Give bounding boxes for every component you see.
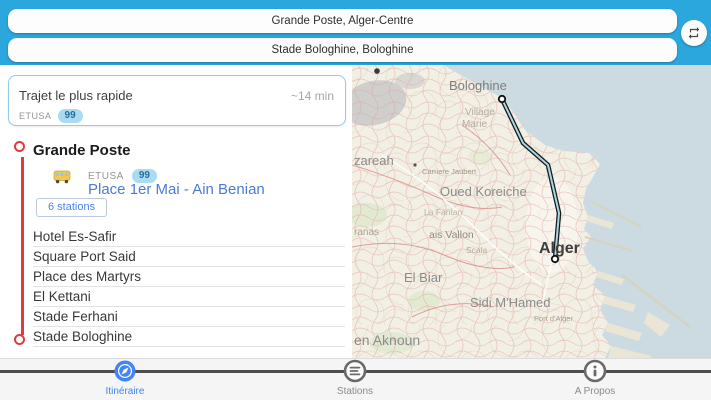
swap-directions-button[interactable]: [681, 20, 707, 46]
map-label-scala: Scala: [466, 245, 488, 255]
map-label-la-fantan: La Fantan: [424, 207, 463, 217]
route-end-marker: [14, 334, 25, 345]
bottom-navigation: Itinéraire Stations A Propos: [0, 358, 711, 400]
map-label-carriere-jaubert: Carriere Jaubert: [422, 167, 477, 176]
list-icon: [342, 358, 368, 384]
station-list: Hotel Es-Safir Square Port Said Place de…: [33, 227, 345, 347]
route-start-dot: [499, 96, 505, 102]
destination-input[interactable]: Stade Bologhine, Bologhine: [8, 38, 677, 62]
bus-icon: [53, 170, 71, 184]
tab-stations[interactable]: Stations: [315, 359, 395, 400]
station-row[interactable]: Square Port Said: [33, 247, 345, 267]
leg-line-name[interactable]: Place 1er Mai - Ain Benian: [88, 181, 265, 198]
map-terrain: [352, 65, 711, 358]
leg-operator-label: ETUSA: [88, 171, 124, 182]
search-header: Grande Poste, Alger-Centre Stade Bologhi…: [0, 0, 711, 65]
map-label-frais-vallon: ais Vallon: [429, 229, 474, 241]
trip-duration: ~14 min: [291, 89, 334, 103]
operator-label: ETUSA: [19, 111, 52, 121]
transit-app-window: Grande Poste, Alger-Centre Stade Bologhi…: [0, 0, 711, 400]
map-label-el-biar: El Biar: [404, 270, 443, 285]
station-row[interactable]: Place des Martyrs: [33, 267, 345, 287]
info-icon: [582, 358, 608, 384]
trip-summary-title: Trajet le plus rapide: [19, 88, 133, 103]
compass-icon: [112, 358, 138, 384]
line-number-badge: 99: [58, 109, 83, 123]
station-row[interactable]: Stade Bologhine: [33, 327, 345, 347]
origin-input[interactable]: Grande Poste, Alger-Centre: [8, 9, 677, 33]
map-label-bologhine: Bologhine: [449, 78, 507, 93]
swap-arrows-icon: [687, 26, 701, 40]
map-label-bouzareah: zareah: [354, 153, 394, 168]
station-row[interactable]: Hotel Es-Safir: [33, 227, 345, 247]
tab-itineraire-label: Itinéraire: [85, 386, 165, 397]
map-label-oued-koreiche: Oued Koreiche: [440, 184, 527, 199]
itinerary-panel: Trajet le plus rapide ~14 min ETUSA 99 G…: [0, 65, 352, 358]
map-label-sidi-mhamed: Sidi M'Hamed: [470, 295, 551, 310]
station-row[interactable]: Stade Ferhani: [33, 307, 345, 327]
tab-a-propos[interactable]: A Propos: [555, 359, 635, 400]
route-start-marker: [14, 141, 25, 152]
route-start-station: Grande Poste: [33, 142, 131, 159]
map-label-ben-aknoun: en Aknoun: [354, 332, 420, 348]
destination-value: Stade Bologhine, Bologhine: [272, 44, 414, 56]
tab-a-propos-label: A Propos: [555, 386, 635, 397]
map-label-ranas: ranas: [354, 227, 379, 238]
stations-count-button[interactable]: 6 stations: [36, 198, 107, 217]
route-vertical-line: [21, 157, 24, 335]
trip-summary-card[interactable]: Trajet le plus rapide ~14 min ETUSA 99: [8, 75, 346, 126]
origin-value: Grande Poste, Alger-Centre: [272, 15, 414, 27]
map-label-alger: Alger: [539, 240, 580, 257]
map-label-marie: Marie: [462, 119, 487, 130]
map-view[interactable]: Bologhine Village Marie zareah Carriere …: [352, 65, 711, 358]
tab-stations-label: Stations: [315, 386, 395, 397]
tab-itineraire[interactable]: Itinéraire: [85, 359, 165, 400]
map-label-port-dalger: Port d'Alger: [534, 314, 573, 323]
map-label-village: Village: [465, 107, 495, 118]
station-row[interactable]: El Kettani: [33, 287, 345, 307]
